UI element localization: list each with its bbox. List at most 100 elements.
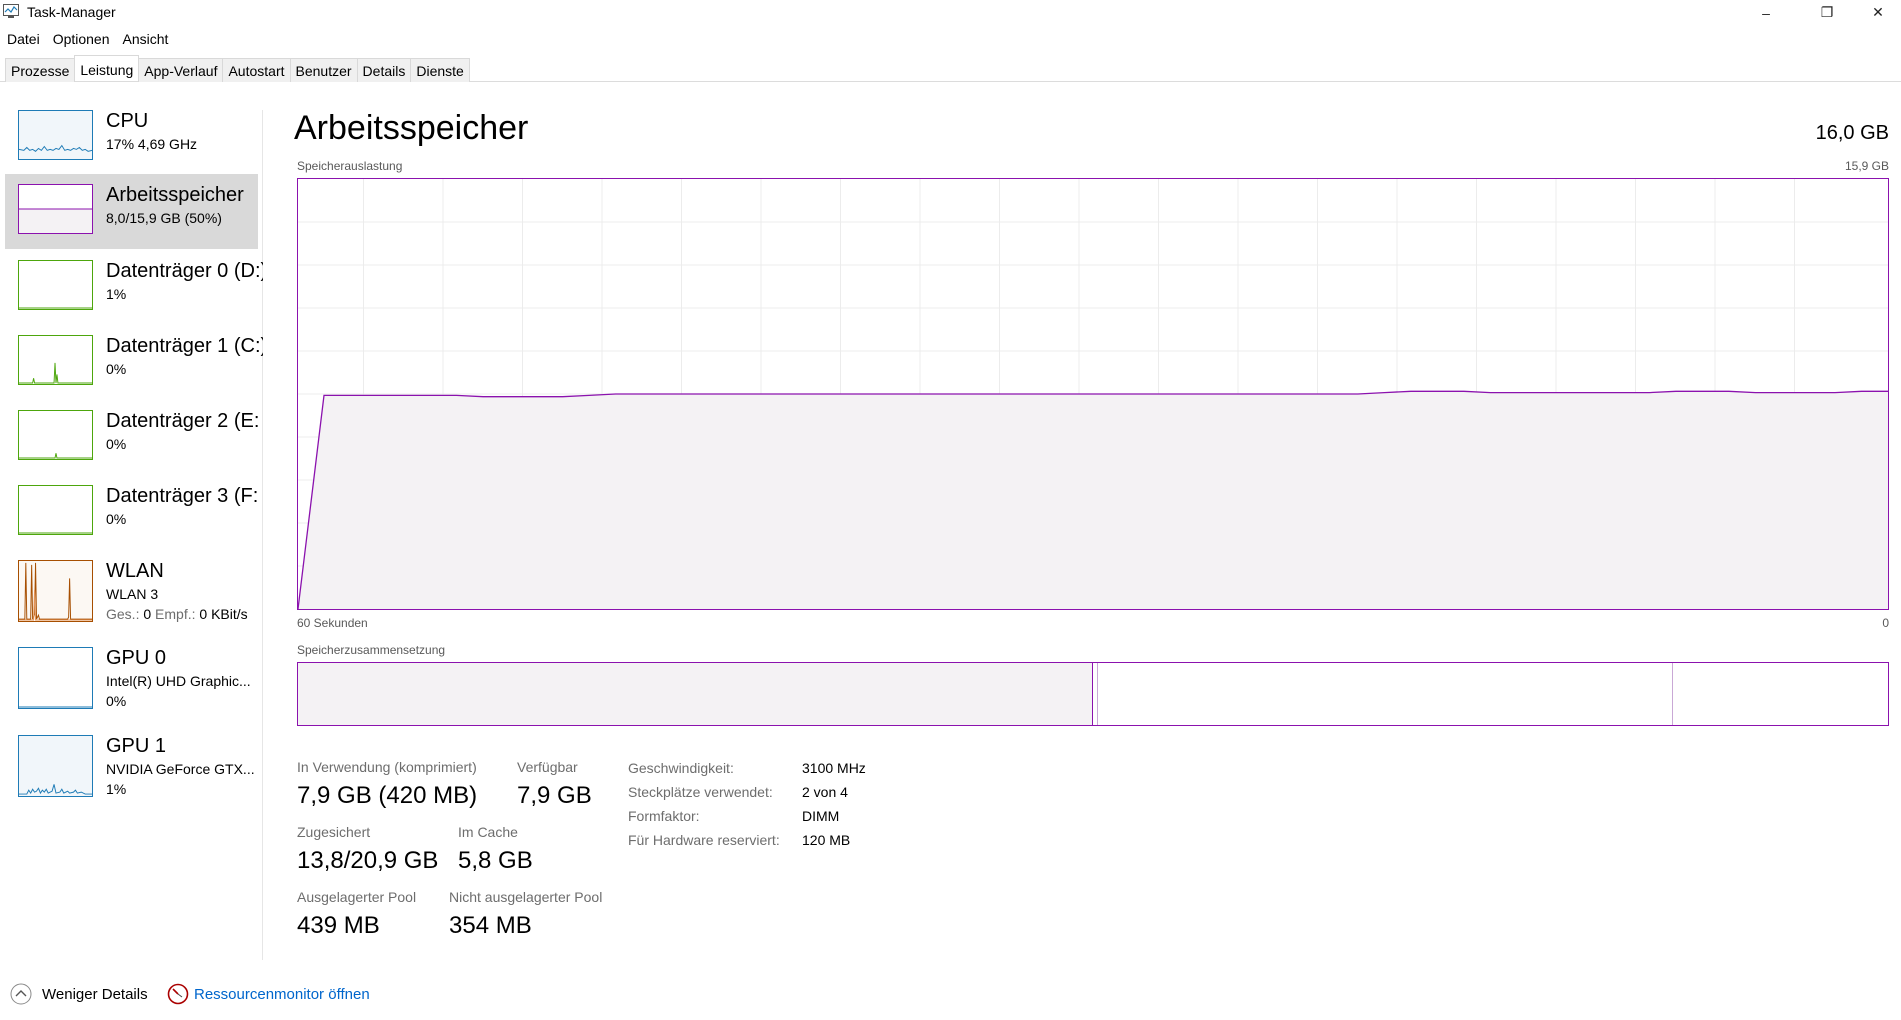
composition-label: Speicherzusammensetzung	[297, 643, 446, 657]
restore-button[interactable]: ❐	[1804, 0, 1850, 25]
tab-autostart[interactable]: Autostart	[222, 58, 291, 82]
disk-graph-icon	[18, 485, 93, 535]
tab-leistung[interactable]: Leistung	[74, 55, 140, 81]
sidebar-gpu-1-title: GPU 1	[106, 735, 167, 757]
cached-value: 5,8 GB	[458, 847, 533, 874]
sidebar-disk-1-sub: 0%	[106, 361, 127, 377]
window-title: Task-Manager	[27, 4, 116, 20]
sidebar-item-gpu-1[interactable]: GPU 1 NVIDIA GeForce GTX... 1%	[5, 725, 258, 811]
usage-graph-max: 15,9 GB	[1844, 159, 1889, 173]
sidebar-item-disk-0[interactable]: Datenträger 0 (D:) 1%	[5, 250, 263, 325]
wlan-received-label: Empf.:	[155, 606, 196, 622]
paged-pool-label: Ausgelagerter Pool	[297, 889, 417, 905]
resource-monitor-icon[interactable]	[167, 983, 189, 1005]
disk-graph-icon	[18, 260, 93, 310]
sidebar-memory-title: Arbeitsspeicher	[106, 184, 244, 206]
memory-usage-area	[298, 391, 1888, 609]
sidebar-disk-2-title: Datenträger 2 (E: H	[106, 410, 263, 432]
total-memory: 16,0 GB	[1815, 122, 1889, 144]
form-factor-value: DIMM	[802, 808, 840, 824]
time-axis-end: 0	[1882, 616, 1889, 630]
sidebar-cpu-sub: 17% 4,69 GHz	[106, 136, 198, 152]
sidebar-item-disk-2[interactable]: Datenträger 2 (E: H 0%	[5, 400, 263, 475]
sidebar-cpu-title: CPU	[106, 110, 149, 132]
sidebar-disk-1-title: Datenträger 1 (C:)	[106, 335, 263, 357]
sidebar-wlan-throughput: Ges.: 0 Empf.: 0 KBit/s	[106, 606, 248, 622]
slots-label: Steckplätze verwendet:	[628, 784, 773, 800]
memory-usage-graph	[297, 178, 1889, 610]
composition-in-use	[298, 663, 1093, 725]
menu-optionen[interactable]: Optionen	[46, 29, 116, 51]
memory-graph-icon	[18, 184, 93, 234]
sidebar-gpu-0-sub: Intel(R) UHD Graphic...	[106, 673, 251, 689]
sidebar-item-wlan[interactable]: WLAN WLAN 3 Ges.: 0 Empf.: 0 KBit/s	[5, 550, 258, 636]
sidebar-item-disk-3[interactable]: Datenträger 3 (F: J 0%	[5, 475, 263, 550]
tab-app-verlauf[interactable]: App-Verlauf	[138, 58, 224, 82]
tab-strip: Prozesse Leistung App-Verlauf Autostart …	[5, 55, 470, 82]
in-use-value: 7,9 GB (420 MB)	[297, 782, 478, 809]
menu-datei[interactable]: Datei	[0, 29, 46, 51]
committed-value: 13,8/20,9 GB	[297, 847, 439, 874]
gpu-graph-icon	[18, 735, 93, 797]
available-value: 7,9 GB	[517, 782, 592, 809]
composition-free	[1673, 663, 1888, 725]
sidebar-wlan-title: WLAN	[106, 560, 164, 582]
task-manager-icon	[3, 4, 19, 18]
wlan-received-value: 0 KBit/s	[199, 606, 248, 622]
sidebar-wlan-sub: WLAN 3	[106, 586, 159, 602]
sidebar-item-disk-1[interactable]: Datenträger 1 (C:) 0%	[5, 325, 263, 400]
minimize-button[interactable]: –	[1743, 0, 1789, 25]
nonpaged-pool-value: 354 MB	[449, 912, 532, 939]
memory-usage-chart	[298, 179, 1888, 609]
sidebar-gpu-1-usage: 1%	[106, 781, 127, 797]
tab-details[interactable]: Details	[356, 58, 412, 82]
page-title: Arbeitsspeicher	[294, 109, 529, 147]
gpu-graph-icon	[18, 647, 93, 709]
sidebar-disk-0-sub: 1%	[106, 286, 127, 302]
resource-monitor-link[interactable]: Ressourcenmonitor öffnen	[194, 986, 370, 1003]
speed-value: 3100 MHz	[802, 760, 866, 776]
disk-graph-icon	[18, 410, 93, 460]
sidebar-gpu-0-title: GPU 0	[106, 647, 167, 669]
wlan-sent-value: 0	[143, 606, 152, 622]
sidebar-disk-3-sub: 0%	[106, 511, 127, 527]
sidebar-gpu-1-sub: NVIDIA GeForce GTX...	[106, 761, 255, 777]
form-factor-label: Formfaktor:	[628, 808, 700, 824]
slots-value: 2 von 4	[802, 784, 848, 800]
composition-standby	[1097, 663, 1674, 725]
sidebar-disk-0-title: Datenträger 0 (D:)	[106, 260, 263, 282]
committed-label: Zugesichert	[297, 824, 371, 840]
memory-composition-bar	[297, 662, 1889, 726]
cpu-graph-icon	[18, 110, 93, 160]
available-label: Verfügbar	[517, 759, 578, 775]
menu-ansicht[interactable]: Ansicht	[116, 29, 175, 51]
time-axis-start: 60 Sekunden	[297, 616, 368, 630]
speed-label: Geschwindigkeit:	[628, 760, 734, 776]
sidebar-disk-3-title: Datenträger 3 (F: J	[106, 485, 263, 507]
sidebar-memory-sub: 8,0/15,9 GB (50%)	[106, 210, 222, 226]
sidebar-item-cpu[interactable]: CPU 17% 4,69 GHz	[5, 100, 258, 175]
hardware-reserved-value: 120 MB	[802, 832, 851, 848]
sidebar: CPU 17% 4,69 GHz Arbeitsspeicher 8,0/15,…	[0, 100, 263, 960]
menu-bar: Datei Optionen Ansicht	[0, 29, 174, 51]
disk-graph-icon	[18, 335, 93, 385]
network-graph-icon	[18, 560, 93, 622]
fewer-details-button[interactable]: Weniger Details	[42, 986, 148, 1003]
chevron-up-icon[interactable]	[10, 983, 32, 1005]
hardware-reserved-label: Für Hardware reserviert:	[628, 832, 780, 848]
footer: Weniger Details Ressourcenmonitor öffnen	[0, 975, 500, 1005]
sidebar-item-gpu-0[interactable]: GPU 0 Intel(R) UHD Graphic... 0%	[5, 637, 258, 723]
tab-benutzer[interactable]: Benutzer	[289, 58, 358, 82]
cached-label: Im Cache	[458, 824, 518, 840]
tab-dienste[interactable]: Dienste	[410, 58, 470, 82]
usage-graph-label: Speicherauslastung	[297, 159, 403, 173]
title-bar: Task-Manager – ❐ ✕	[0, 0, 1901, 25]
close-button[interactable]: ✕	[1855, 0, 1901, 25]
tab-prozesse[interactable]: Prozesse	[5, 58, 76, 82]
in-use-label: In Verwendung (komprimiert)	[297, 759, 477, 775]
wlan-sent-label: Ges.:	[106, 606, 140, 622]
sidebar-item-memory[interactable]: Arbeitsspeicher 8,0/15,9 GB (50%)	[5, 174, 258, 249]
nonpaged-pool-label: Nicht ausgelagerter Pool	[449, 889, 603, 905]
sidebar-gpu-0-usage: 0%	[106, 693, 127, 709]
sidebar-disk-2-sub: 0%	[106, 436, 127, 452]
